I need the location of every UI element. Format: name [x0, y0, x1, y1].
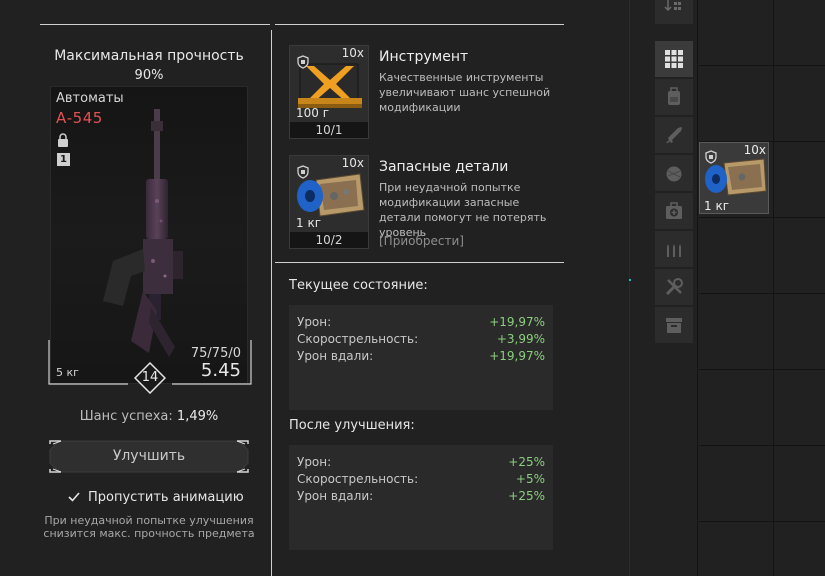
stat-label: Урон вдали:: [297, 489, 374, 503]
material-tool-slot[interactable]: 10x 100 г 10/1: [289, 45, 369, 139]
success-chance: Шанс успеха: 1,49%: [40, 409, 258, 424]
material-parts-weight: 1 кг: [296, 216, 322, 230]
after-stat-damage: Урон: +25%: [297, 455, 545, 471]
upgrade-screen: Максимальная прочность 90% Автоматы А-54…: [0, 0, 825, 576]
material-parts-description: При неудачной попытке модификации запасн…: [379, 181, 547, 239]
medkit-icon: [666, 202, 682, 219]
shield-icon: [297, 55, 309, 69]
material-parts-title: Запасные детали: [379, 159, 509, 175]
rifle-icon: [666, 127, 682, 143]
material-tool-weight: 100 г: [296, 106, 330, 120]
failure-warning: При неудачной попытке улучшения снизится…: [43, 514, 255, 540]
center-divider: [271, 30, 272, 576]
after-stats-box: Урон: +25% Скорострельность: +5% Урон вд…: [289, 445, 553, 550]
stash-item-count: 10x: [743, 143, 766, 157]
material-tool-description: Качественные инструменты увеличивают шан…: [379, 71, 551, 114]
current-stat-range-damage: Урон вдали: +19,97%: [297, 349, 545, 365]
filter-all-button[interactable]: [655, 41, 693, 77]
top-divider-left: [40, 24, 270, 25]
material-parts-slot[interactable]: 10x 1 кг 10/2: [289, 155, 369, 249]
filter-medicine-button[interactable]: [655, 193, 693, 229]
weapon-category: Автоматы: [56, 91, 124, 106]
stash-grid-line: [699, 65, 825, 66]
filter-tools-button[interactable]: [655, 269, 693, 305]
stash-item-spare-parts[interactable]: 10x 1 кг: [699, 142, 769, 214]
material-tool-title: Инструмент: [379, 49, 469, 65]
current-stat-fire-rate: Скорострельность: +3,99%: [297, 332, 545, 348]
after-stat-fire-rate: Скорострельность: +5%: [297, 472, 545, 488]
grenade-icon: [666, 166, 682, 182]
upgrade-level-value: 14: [141, 370, 159, 385]
stat-label: Урон:: [297, 455, 332, 469]
stat-value: +19,97%: [489, 315, 545, 329]
success-chance-label: Шанс успеха:: [79, 409, 173, 424]
weapon-level-badge: 1: [57, 153, 70, 166]
stash-item-weight: 1 кг: [704, 199, 730, 213]
stat-value: +25%: [508, 455, 545, 469]
buy-parts-link[interactable]: [Приобрести]: [379, 234, 464, 248]
filter-backpacks-button[interactable]: [655, 79, 693, 115]
current-stats-box: Урон: +19,97% Скорострельность: +3,99% У…: [289, 305, 553, 410]
sort-button[interactable]: [655, 0, 693, 24]
material-tool-count: 10x: [341, 46, 364, 60]
stash-grid-line: [699, 521, 825, 522]
stash-grid-line: [773, 0, 774, 576]
filter-weapons-button[interactable]: [655, 117, 693, 153]
current-state-title: Текущее состояние:: [289, 278, 428, 293]
durability-value: 90%: [134, 68, 164, 83]
stash-grid-line: [699, 445, 825, 446]
skip-animation-checkbox[interactable]: Пропустить анимацию: [68, 489, 244, 505]
stash-grid-line: [699, 293, 825, 294]
after-stat-range-damage: Урон вдали: +25%: [297, 489, 545, 505]
upgrade-button[interactable]: Улучшить: [49, 440, 249, 473]
filter-grenades-button[interactable]: [655, 155, 693, 191]
top-divider-right: [275, 24, 564, 25]
weapon-name: А-545: [56, 109, 103, 127]
sort-icon: [664, 0, 681, 12]
after-upgrade-title: После улучшения:: [289, 418, 415, 433]
filter-ammo-button[interactable]: [655, 231, 693, 267]
stash-grid-line: [699, 217, 825, 218]
stat-label: Скорострельность:: [297, 472, 419, 486]
stat-label: Скорострельность:: [297, 332, 419, 346]
stat-value: +19,97%: [489, 349, 545, 363]
stash-border: [629, 0, 630, 576]
filter-misc-button[interactable]: [655, 307, 693, 343]
cursor-marker: [629, 279, 631, 281]
backpack-icon: [668, 87, 680, 105]
durability-title: Максимальная прочность: [54, 48, 244, 64]
stat-value: +5%: [515, 472, 545, 486]
stash-grid-line: [699, 369, 825, 370]
tools-icon: [665, 278, 683, 296]
grid-icon: [665, 50, 683, 68]
shield-icon: [297, 165, 309, 179]
success-chance-value: 1,49%: [176, 409, 219, 424]
stat-value: +25%: [508, 489, 545, 503]
material-tool-ratio: 10/1: [290, 122, 368, 138]
upgrade-button-label: Улучшить: [112, 448, 186, 464]
rifle-image: [103, 109, 183, 357]
skip-animation-label: Пропустить анимацию: [88, 489, 244, 505]
stat-label: Урон:: [297, 315, 332, 329]
current-stat-damage: Урон: +19,97%: [297, 315, 545, 331]
stat-value: +3,99%: [496, 332, 545, 346]
material-parts-ratio: 10/2: [290, 232, 368, 248]
ammo-icon: [667, 244, 681, 257]
box-icon: [666, 318, 682, 333]
lock-icon: [58, 133, 68, 147]
mid-divider: [275, 262, 564, 263]
shield-icon: [705, 150, 717, 164]
stash-grid-line: [697, 0, 698, 576]
stat-label: Урон вдали:: [297, 349, 374, 363]
material-parts-count: 10x: [341, 156, 364, 170]
checkmark-icon: [68, 492, 80, 502]
